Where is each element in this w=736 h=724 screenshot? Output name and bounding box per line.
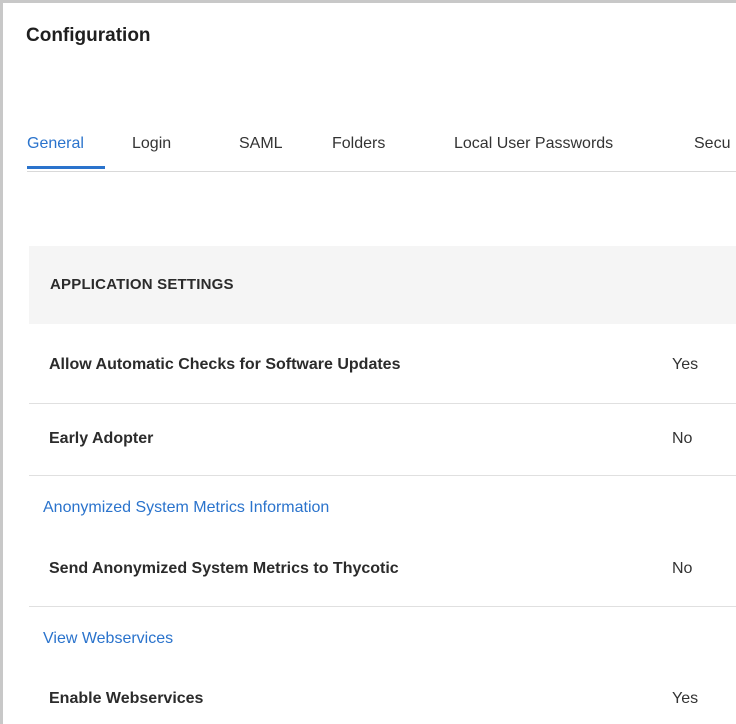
active-tab-indicator [27,166,105,169]
anonymized-metrics-link[interactable]: Anonymized System Metrics Information [43,499,329,517]
setting-row-early-adopter: Early Adopter No [29,404,736,476]
tab-folders[interactable]: Folders [332,135,385,153]
setting-value: No [672,430,693,447]
setting-value: Yes [672,690,699,707]
configuration-panel: Configuration General Login SAML Folders… [0,0,736,724]
setting-row-send-metrics: Send Anonymized System Metrics to Thycot… [29,533,736,607]
application-settings-header: APPLICATION SETTINGS [29,246,736,324]
tab-saml[interactable]: SAML [239,135,283,153]
tab-general[interactable]: General [27,135,84,153]
setting-value: No [672,560,693,577]
setting-row-automatic-updates: Allow Automatic Checks for Software Upda… [29,324,736,404]
setting-label: Send Anonymized System Metrics to Thycot… [49,560,399,577]
setting-row-enable-webservices: Enable Webservices Yes [29,666,736,724]
tab-login[interactable]: Login [132,135,171,153]
tab-local-user-passwords[interactable]: Local User Passwords [454,135,613,153]
section-title: APPLICATION SETTINGS [50,276,234,293]
setting-label: Early Adopter [49,430,154,447]
setting-label: Allow Automatic Checks for Software Upda… [49,356,401,373]
view-webservices-link[interactable]: View Webservices [43,630,173,648]
setting-value: Yes [672,356,699,373]
tab-security[interactable]: Secu [694,135,730,153]
setting-label: Enable Webservices [49,690,204,707]
tab-bar: General Login SAML Folders Local User Pa… [27,131,736,172]
page-title: Configuration [26,25,151,46]
